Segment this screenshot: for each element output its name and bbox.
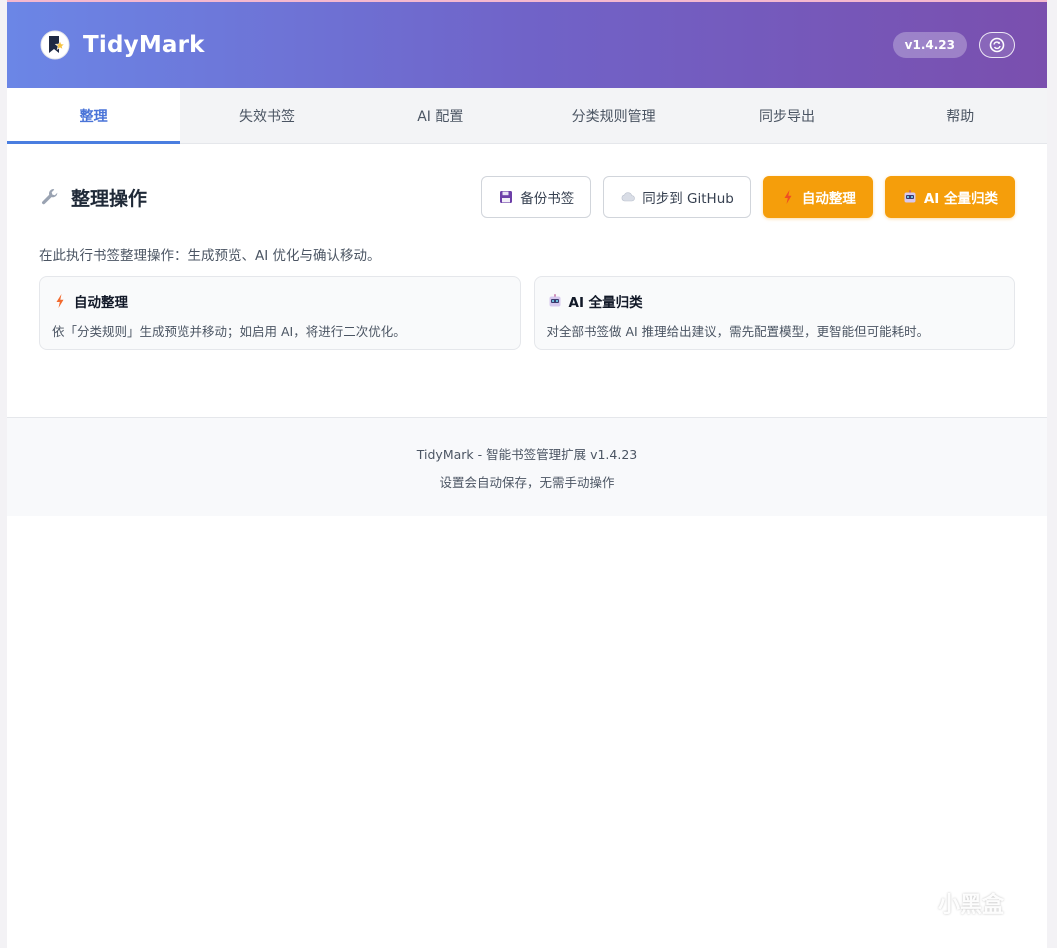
tab-ai-config[interactable]: AI 配置: [354, 88, 527, 143]
tab-sync-export[interactable]: 同步导出: [700, 88, 873, 143]
info-cards: 自动整理 依「分类规则」生成预览并移动；如启用 AI，将进行二次优化。 AI 全…: [39, 276, 1015, 350]
app-header: TidyMark v1.4.23: [7, 2, 1047, 88]
watermark-text: 小黑盒: [938, 893, 1005, 918]
watermark: 小黑盒: [898, 886, 1004, 920]
card-text: 对全部书签做 AI 推理给出建议，需先配置模型，更智能但可能耗时。: [546, 324, 930, 339]
wrench-icon: [42, 189, 58, 205]
section-title-text: 整理操作: [71, 187, 148, 210]
sync-icon: [989, 37, 1005, 53]
card-title: 自动整理: [52, 291, 508, 311]
card-text: 依「分类规则」生成预览并移动；如启用 AI，将进行二次优化。: [52, 324, 406, 339]
card-title-text: 自动整理: [74, 295, 128, 311]
ai-classify-button[interactable]: AI 全量归类: [884, 176, 1015, 218]
auto-organize-label: 自动整理: [801, 191, 856, 207]
action-buttons: 备份书签 同步到 GitHub 自动整理 AI 全量归类: [481, 176, 1015, 218]
robot-icon: [904, 190, 916, 203]
brand: TidyMark: [40, 30, 205, 60]
lightning-icon: [56, 294, 64, 308]
version-badge: v1.4.23: [892, 32, 967, 58]
info-card-auto-organize: 自动整理 依「分类规则」生成预览并移动；如启用 AI，将进行二次优化。: [39, 276, 521, 350]
backup-button[interactable]: 备份书签: [481, 176, 592, 218]
tab-category-rules[interactable]: 分类规则管理: [527, 88, 700, 143]
sync-github-button[interactable]: 同步到 GitHub: [603, 176, 751, 218]
footer-version-line: TidyMark - 智能书签管理扩展 v1.4.23: [416, 446, 638, 462]
header-right: v1.4.23: [892, 32, 1015, 58]
tab-help[interactable]: 帮助: [874, 88, 1047, 143]
footer: TidyMark - 智能书签管理扩展 v1.4.23 设置会自动保存，无需手动…: [7, 417, 1047, 516]
cloud-icon: [621, 192, 635, 202]
footer-autosave-note: 设置会自动保存，无需手动操作: [439, 474, 615, 490]
robot-icon: [549, 294, 560, 307]
app-window: TidyMark v1.4.23 整理 失效书签 AI 配置 分类规则管理 同步…: [7, 0, 1047, 948]
heybox-logo-icon: [901, 887, 929, 919]
section-title: 整理操作: [39, 184, 147, 211]
bookmark-star-icon: [40, 30, 70, 60]
floppy-disk-icon: [500, 191, 513, 203]
card-title-text: AI 全量归类: [568, 295, 643, 311]
tab-broken-bookmarks[interactable]: 失效书签: [180, 88, 353, 143]
auto-organize-button[interactable]: 自动整理: [762, 176, 873, 218]
tab-bar: 整理 失效书签 AI 配置 分类规则管理 同步导出 帮助: [7, 88, 1047, 144]
tab-organize[interactable]: 整理: [7, 88, 181, 144]
ai-classify-label: AI 全量归类: [923, 191, 998, 207]
section-description: 在此执行书签整理操作：生成预览、AI 优化与确认移动。: [39, 248, 381, 264]
info-card-ai-classify: AI 全量归类 对全部书签做 AI 推理给出建议，需先配置模型，更智能但可能耗时…: [533, 276, 1015, 350]
app-title: TidyMark: [83, 32, 205, 58]
sync-button[interactable]: [979, 32, 1015, 58]
backup-label: 备份书签: [520, 191, 575, 207]
sync-github-label: 同步到 GitHub: [642, 191, 734, 207]
section-header: 整理操作 备份书签 同步到 GitHub 自动整理 AI 全量归类: [39, 176, 1015, 218]
lightning-icon: [784, 190, 792, 204]
card-title: AI 全量归类: [547, 291, 1003, 311]
main-panel: 整理操作 备份书签 同步到 GitHub 自动整理 AI 全量归类 在此执行书签…: [39, 176, 1015, 350]
